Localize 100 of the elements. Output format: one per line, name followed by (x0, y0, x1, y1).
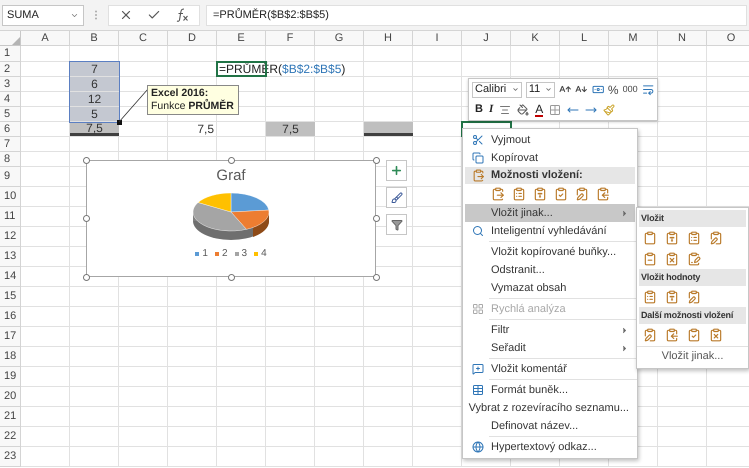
column-header[interactable]: H (364, 31, 413, 46)
menu-item[interactable]: Vložit komentář (465, 360, 635, 378)
paste-option-icon[interactable] (554, 187, 568, 201)
paste-option-icon[interactable] (665, 230, 679, 244)
menu-item[interactable]: Formát buněk... (465, 381, 635, 399)
percent-button[interactable]: % (608, 80, 619, 98)
column-header[interactable]: E (217, 31, 266, 46)
paste-option-icon[interactable] (665, 328, 679, 342)
menu-item[interactable]: Hypertextový odkaz... (465, 438, 635, 456)
column-header[interactable]: B (70, 31, 119, 46)
style-button[interactable] (386, 187, 407, 208)
resize-handle[interactable] (83, 215, 90, 222)
font-size-field[interactable]: 11 (526, 82, 555, 98)
menu-item[interactable]: Definovat název... (465, 417, 635, 435)
row-header[interactable]: 13 (0, 247, 21, 267)
add-element-button[interactable] (386, 160, 407, 181)
paste-option-icon[interactable] (575, 187, 589, 201)
menu-item[interactable]: Seřadit (465, 339, 635, 357)
paste-option-icon[interactable] (687, 328, 701, 342)
row-header[interactable]: 12 (0, 227, 21, 247)
borders-icon[interactable] (549, 104, 562, 116)
row-header[interactable]: 2 (0, 62, 21, 77)
format-painter-icon[interactable] (603, 104, 616, 116)
paste-option-icon[interactable] (643, 328, 657, 342)
row-header[interactable]: 14 (0, 267, 21, 287)
paste-option-icon[interactable] (709, 328, 723, 342)
dropdown-icon[interactable] (512, 86, 519, 93)
menu-item[interactable]: Kopírovat (465, 149, 635, 167)
paste-option-icon[interactable] (533, 187, 547, 201)
wrap-icon[interactable] (642, 83, 654, 96)
row-header[interactable]: 8 (0, 152, 21, 167)
row-header[interactable]: 7 (0, 137, 21, 152)
row-header[interactable]: 10 (0, 187, 21, 207)
dropdown-icon[interactable] (544, 86, 552, 93)
currency-icon[interactable] (592, 83, 604, 96)
row-header[interactable]: 15 (0, 287, 21, 307)
font-field[interactable]: Calibri (472, 82, 522, 98)
paste-option-icon[interactable] (687, 230, 701, 244)
column-header[interactable]: K (511, 31, 560, 46)
row-header[interactable]: 18 (0, 347, 21, 367)
resize-handle[interactable] (373, 215, 380, 222)
resize-handle[interactable] (83, 157, 90, 164)
menu-item[interactable]: Vymazat obsah (465, 279, 635, 297)
menu-item[interactable]: Vložit jinak... (637, 347, 748, 366)
paste-option-icon[interactable] (709, 230, 723, 244)
paste-option-icon[interactable] (665, 252, 679, 266)
column-header[interactable]: F (266, 31, 315, 46)
fill-color-icon[interactable] (517, 104, 530, 116)
filter-button[interactable] (386, 214, 407, 235)
bold-button[interactable]: B (475, 101, 483, 118)
row-header[interactable]: 1 (0, 46, 21, 62)
thousands-button[interactable]: 000 (622, 82, 638, 96)
row-header[interactable]: 5 (0, 107, 21, 122)
row-header[interactable]: 3 (0, 77, 21, 92)
column-header[interactable]: M (609, 31, 658, 46)
menu-item[interactable]: Vložit kopírované buňky... (465, 243, 635, 261)
italic-button[interactable]: I (488, 101, 494, 118)
menu-item[interactable]: Vybrat z rozevíracího seznamu... (465, 399, 635, 417)
menu-item[interactable]: Filtr (465, 321, 635, 339)
column-header[interactable]: A (21, 31, 70, 46)
paste-option-icon[interactable] (687, 290, 701, 304)
row-header[interactable]: 16 (0, 307, 21, 327)
row-header[interactable]: 20 (0, 387, 21, 407)
column-header[interactable]: I (413, 31, 462, 46)
resize-handle[interactable] (373, 157, 380, 164)
column-header[interactable]: C (119, 31, 168, 46)
row-header[interactable]: 6 (0, 122, 21, 137)
row-header[interactable]: 17 (0, 327, 21, 347)
paste-option-icon[interactable] (665, 290, 679, 304)
column-header[interactable]: O (707, 31, 749, 46)
row-header[interactable]: 4 (0, 92, 21, 107)
name-box[interactable]: SUMA (2, 4, 84, 26)
fill-handle[interactable] (117, 120, 122, 125)
resize-handle[interactable] (228, 274, 235, 281)
row-header[interactable]: 21 (0, 407, 21, 427)
paste-option-icon[interactable] (643, 230, 657, 244)
menu-item[interactable]: Inteligentní vyhledávání (465, 222, 635, 240)
row-header[interactable]: 23 (0, 447, 21, 467)
function-icon[interactable] (175, 8, 189, 22)
menu-item[interactable]: Vložit jinak... (465, 204, 635, 222)
cancel-icon[interactable] (119, 8, 133, 22)
row-header[interactable]: 19 (0, 367, 21, 387)
align-center-icon[interactable] (499, 104, 512, 116)
menu-item[interactable]: Vyjmout (465, 131, 635, 149)
column-header[interactable]: J (462, 31, 511, 46)
paste-option-icon[interactable] (643, 252, 657, 266)
resize-handle[interactable] (373, 274, 380, 281)
paste-option-icon[interactable] (491, 187, 505, 201)
resize-handle[interactable] (83, 274, 90, 281)
menu-item[interactable]: Odstranit... (465, 261, 635, 279)
font-color-button[interactable]: A (535, 102, 544, 116)
row-header[interactable]: 22 (0, 427, 21, 447)
row-header[interactable]: 9 (0, 167, 21, 187)
column-header[interactable]: G (315, 31, 364, 46)
paste-option-icon[interactable] (643, 290, 657, 304)
paste-option-icon[interactable] (596, 187, 610, 201)
column-header[interactable]: L (560, 31, 609, 46)
formula-field[interactable]: =PRŮMĚR($B$2:$B$5) (206, 4, 747, 26)
resize-handle[interactable] (228, 157, 235, 164)
column-header[interactable]: D (168, 31, 217, 46)
